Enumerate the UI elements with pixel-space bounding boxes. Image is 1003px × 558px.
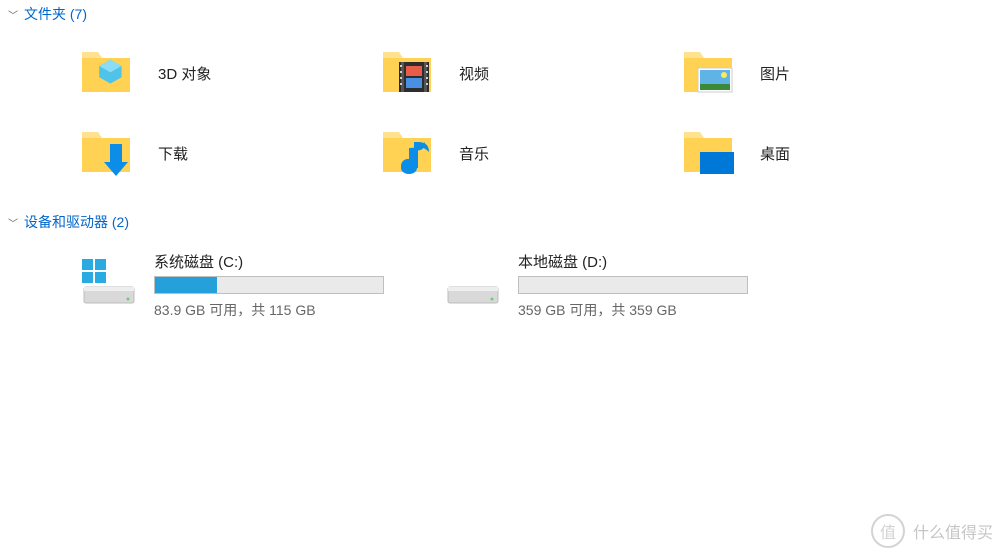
folder-pictures-icon — [682, 48, 742, 98]
drive-d[interactable]: 本地磁盘 (D:) 359 GB 可用，共 359 GB — [444, 251, 748, 320]
watermark: 值 什么值得买 — [871, 514, 993, 548]
watermark-icon: 值 — [871, 514, 905, 548]
drives-section-header[interactable]: ﹀ 设备和驱动器 (2) — [0, 208, 1003, 236]
drive-info: 本地磁盘 (D:) 359 GB 可用，共 359 GB — [518, 251, 748, 320]
drive-name: 系统磁盘 (C:) — [154, 251, 384, 272]
folder-downloads[interactable]: 下载 — [80, 128, 361, 178]
folder-desktop[interactable]: 桌面 — [682, 128, 963, 178]
folder-label: 3D 对象 — [158, 63, 211, 84]
folder-videos[interactable]: 视频 — [381, 48, 662, 98]
folders-section-title: 文件夹 (7) — [24, 4, 87, 24]
drive-info: 系统磁盘 (C:) 83.9 GB 可用，共 115 GB — [154, 251, 384, 320]
folders-section-header[interactable]: ﹀ 文件夹 (7) — [0, 0, 1003, 28]
folder-3d-objects[interactable]: 3D 对象 — [80, 48, 361, 98]
drive-usage-bar — [154, 276, 384, 294]
drives-row: 系统磁盘 (C:) 83.9 GB 可用，共 115 GB 本地磁盘 (D:) … — [0, 236, 1003, 330]
drive-name: 本地磁盘 (D:) — [518, 251, 748, 272]
folder-pictures[interactable]: 图片 — [682, 48, 963, 98]
folder-label: 图片 — [760, 63, 790, 84]
folder-music-icon — [381, 128, 441, 178]
chevron-down-icon: ﹀ — [8, 215, 18, 230]
drive-usage-fill — [155, 277, 217, 293]
chevron-down-icon: ﹀ — [8, 7, 18, 22]
folder-3d-icon — [80, 48, 140, 98]
folder-videos-icon — [381, 48, 441, 98]
drive-usage-bar — [518, 276, 748, 294]
folders-grid: 3D 对象 视频 — [0, 28, 1003, 208]
drives-section-title: 设备和驱动器 (2) — [24, 212, 129, 232]
watermark-text: 什么值得买 — [913, 519, 993, 543]
folder-downloads-icon — [80, 128, 140, 178]
system-drive-icon — [80, 257, 138, 307]
folder-label: 桌面 — [760, 143, 790, 164]
folder-label: 音乐 — [459, 143, 489, 164]
drive-stats: 359 GB 可用，共 359 GB — [518, 300, 748, 320]
folder-desktop-icon — [682, 128, 742, 178]
drive-stats: 83.9 GB 可用，共 115 GB — [154, 300, 384, 320]
folder-music[interactable]: 音乐 — [381, 128, 662, 178]
local-drive-icon — [444, 257, 502, 307]
folder-label: 视频 — [459, 63, 489, 84]
folder-label: 下载 — [158, 143, 188, 164]
drive-c[interactable]: 系统磁盘 (C:) 83.9 GB 可用，共 115 GB — [80, 251, 384, 320]
